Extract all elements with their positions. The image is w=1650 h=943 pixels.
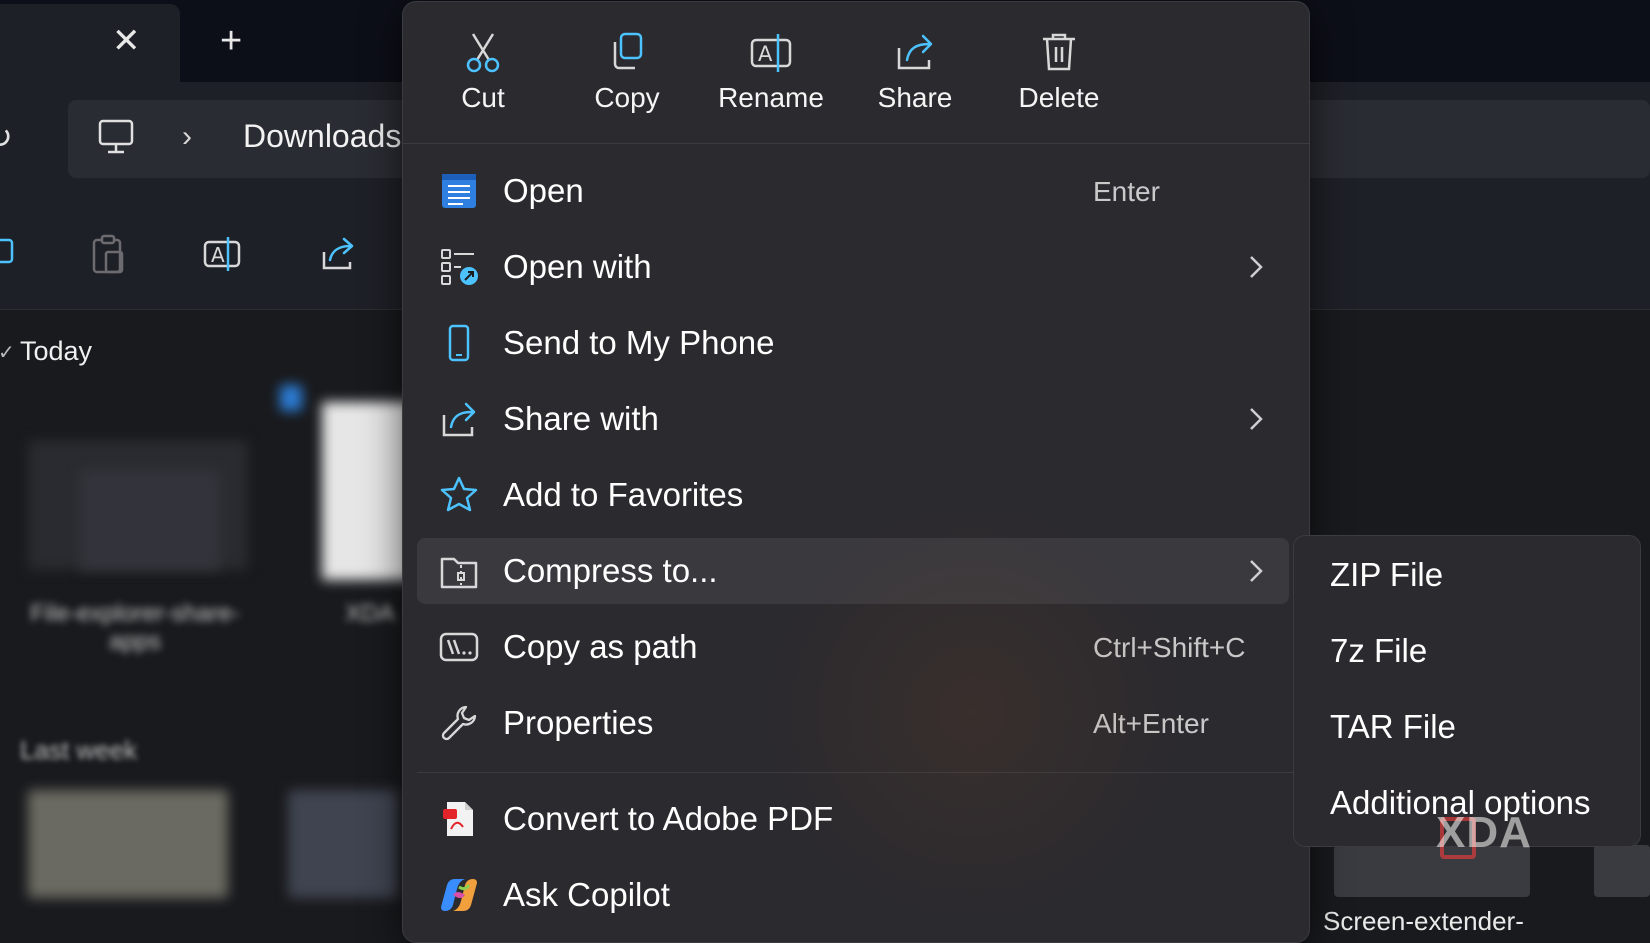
menu-item-properties[interactable]: Properties Alt+Enter (417, 690, 1289, 756)
open-with-icon (441, 249, 478, 285)
rename-icon: A (750, 34, 792, 72)
share-icon (897, 34, 933, 70)
file-thumbnail[interactable] (288, 790, 398, 898)
phone-icon (448, 324, 470, 362)
submenu-item-label: 7z File (1330, 632, 1428, 669)
copy-icon (613, 32, 643, 70)
divider (417, 772, 1309, 773)
file-name[interactable]: XDA (340, 600, 400, 628)
delete-button[interactable]: Delete (999, 20, 1119, 130)
notepad-icon (442, 174, 476, 208)
xda-watermark: XDA (1436, 808, 1532, 857)
file-thumbnail[interactable] (1594, 845, 1650, 897)
cut-button[interactable]: Cut (423, 20, 543, 130)
paste-icon[interactable] (88, 234, 128, 274)
menu-item-label: Send to My Phone (503, 324, 775, 361)
shortcut-hint: Enter (1093, 176, 1160, 207)
menu-item-copy-as-path[interactable]: Copy as path Ctrl+Shift+C (417, 614, 1289, 680)
submenu-item-label: ZIP File (1330, 556, 1444, 593)
menu-item-label: Properties (503, 704, 654, 741)
zip-folder-icon (440, 557, 478, 589)
delete-label: Delete (1018, 82, 1100, 113)
group-header-last-week[interactable]: Last week (20, 735, 137, 766)
chevron-right-icon (1250, 560, 1263, 582)
rename-label: Rename (718, 82, 824, 113)
menu-item-send-to-phone[interactable]: Send to My Phone (417, 310, 1289, 376)
file-thumbnail-preview (80, 470, 220, 570)
file-name[interactable]: File-explorer-share-apps (20, 600, 250, 656)
menu-item-label: Open with (503, 248, 652, 285)
menu-item-label: Add to Favorites (503, 476, 744, 513)
svg-text:A: A (758, 42, 773, 66)
this-pc-icon[interactable] (98, 118, 134, 156)
shortcut-hint: Alt+Enter (1093, 708, 1209, 739)
cut-label: Cut (461, 82, 505, 113)
rename-button[interactable]: A Rename (711, 20, 831, 130)
menu-item-open-with[interactable]: Open with (417, 234, 1289, 300)
share-label: Share (877, 82, 953, 113)
menu-item-label: Copy as path (503, 628, 698, 665)
copilot-icon (441, 879, 477, 911)
group-collapse-icon[interactable]: ✓ (0, 340, 15, 365)
submenu-item-label: TAR File (1330, 708, 1456, 745)
submenu-item-tar[interactable]: TAR File (1302, 694, 1632, 760)
menu-item-share-with[interactable]: Share with (417, 386, 1289, 452)
file-thumbnail[interactable] (28, 790, 228, 898)
wrench-icon (441, 705, 477, 741)
menu-item-add-to-favorites[interactable]: Add to Favorites (417, 462, 1289, 528)
submenu-item-7z[interactable]: 7z File (1302, 618, 1632, 684)
copy-label: Copy (594, 82, 660, 113)
copy-button[interactable]: Copy (567, 20, 687, 130)
rename-icon[interactable]: A (202, 234, 242, 274)
chevron-right-icon (1250, 408, 1263, 430)
tab-close-button[interactable]: ✕ (112, 24, 141, 58)
menu-item-open[interactable]: Open Enter (417, 158, 1289, 224)
divider (403, 143, 1309, 144)
delete-icon (1043, 33, 1075, 71)
menu-item-label: Compress to... (503, 552, 718, 589)
file-name[interactable]: Screen-extender- (1323, 906, 1524, 937)
explorer-tab[interactable] (0, 4, 180, 82)
submenu-item-zip[interactable]: ZIP File (1302, 542, 1632, 608)
selection-checkbox[interactable] (280, 385, 302, 411)
breadcrumb-separator: › (182, 120, 192, 153)
star-icon (440, 476, 478, 512)
context-menu: Cut Copy A Rename Share Delete Open Ente… (402, 1, 1310, 943)
path-icon (439, 632, 479, 662)
menu-item-label: Ask Copilot (503, 876, 670, 913)
compress-submenu: ZIP File 7z File TAR File Additional opt… (1293, 535, 1641, 847)
copy-icon[interactable] (0, 234, 18, 274)
group-header-today[interactable]: Today (20, 336, 92, 367)
adobe-pdf-icon (443, 802, 473, 836)
share-button[interactable]: Share (855, 20, 975, 130)
menu-item-convert-adobe-pdf[interactable]: Convert to Adobe PDF (417, 786, 1289, 852)
menu-item-compress-to[interactable]: Compress to... (417, 538, 1289, 604)
menu-item-label: Convert to Adobe PDF (503, 800, 834, 837)
new-tab-button[interactable]: + (220, 22, 242, 60)
menu-item-ask-copilot[interactable]: Ask Copilot (417, 862, 1289, 928)
shortcut-hint: Ctrl+Shift+C (1093, 632, 1246, 663)
breadcrumb-downloads[interactable]: Downloads (243, 118, 401, 155)
refresh-icon[interactable]: ↻ (0, 118, 13, 156)
cut-icon (466, 33, 500, 73)
share-icon (442, 402, 476, 437)
file-thumbnail-selected[interactable] (322, 402, 412, 580)
menu-item-label: Open (503, 172, 584, 209)
share-icon[interactable] (318, 234, 358, 274)
svg-text:A: A (211, 243, 225, 267)
chevron-right-icon (1250, 256, 1263, 278)
menu-item-label: Share with (503, 400, 659, 437)
